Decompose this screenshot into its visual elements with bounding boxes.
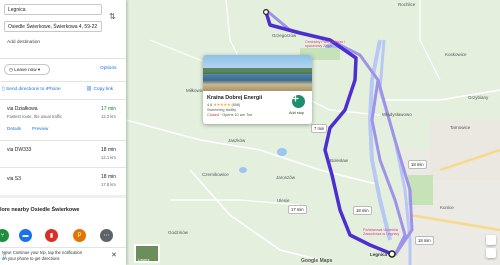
place-photo-trees bbox=[203, 68, 312, 74]
map-label: Grzybiany bbox=[468, 95, 489, 100]
send-to-phone-link[interactable]: ▯ Send directions to iPhone bbox=[2, 87, 61, 92]
map-label: Bolesław bbox=[330, 158, 349, 163]
zoom-in-button[interactable] bbox=[486, 235, 496, 245]
map-label: Grzegorzów bbox=[272, 33, 297, 38]
google-maps-logo: Google Maps bbox=[301, 258, 333, 264]
link-icon: ⛓ bbox=[86, 87, 93, 92]
place-name: Kraina Dobrej Energii bbox=[207, 95, 263, 101]
route-option[interactable]: via Działkowa 17 min Fastest route, the … bbox=[0, 100, 126, 140]
bed-icon: ▬ bbox=[22, 232, 29, 239]
destination-field[interactable]: Osiedle Świerkowe, Świerkowa 4, 59-22 bbox=[4, 21, 102, 32]
route-time-badge[interactable]: 18 min bbox=[353, 206, 372, 215]
route-note: Fastest route, the usual traffic bbox=[7, 114, 63, 119]
map-label: Jaszków bbox=[228, 138, 246, 143]
zoom-out-button[interactable] bbox=[486, 248, 496, 258]
leave-now-dropdown[interactable]: ◷ Leave now ▾ bbox=[4, 64, 50, 75]
details-link[interactable]: Details bbox=[7, 126, 21, 131]
route-time: 17 min bbox=[101, 106, 117, 112]
map-label: Ulesie bbox=[277, 198, 290, 203]
add-stop-button[interactable] bbox=[292, 95, 305, 108]
map-label: Koskowice bbox=[445, 52, 467, 57]
layers-button[interactable]: Layers bbox=[134, 244, 160, 263]
route-time-badge[interactable]: 17 min bbox=[288, 205, 307, 214]
route-distance: 17.8 km bbox=[101, 182, 116, 187]
fork-icon: ⑂ bbox=[0, 232, 5, 239]
close-icon[interactable] bbox=[104, 0, 124, 10]
map-label: Czernikowice bbox=[202, 172, 229, 177]
route-option[interactable]: via S3 18 min 17.8 km bbox=[0, 168, 126, 195]
route-distance: 12.2 km bbox=[101, 114, 116, 119]
place-card[interactable]: Kraina Dobrej Energii 4.6 ★★★★★ (658) Sw… bbox=[203, 55, 312, 124]
close-icon[interactable]: ✕ bbox=[111, 251, 117, 259]
directions-panel: Legnica Osiedle Świerkowe, Świerkowa 4, … bbox=[0, 0, 126, 265]
nearby-restaurants-button[interactable]: ⑂ bbox=[0, 229, 9, 242]
map-label: Legnica bbox=[370, 252, 388, 257]
plus-icon bbox=[292, 95, 299, 102]
route-time-badge[interactable]: 18 min bbox=[408, 160, 427, 169]
map-label: Tarnowice bbox=[450, 125, 471, 130]
map-label: Władysławowo bbox=[382, 112, 412, 117]
map-label: Państwowa Uczelnia Zawodowa w Legnicy bbox=[363, 228, 400, 236]
notification-text: on your phone to get directions bbox=[2, 256, 60, 261]
route-time: 18 min bbox=[101, 174, 117, 180]
route-time-badge[interactable]: 7 min bbox=[311, 124, 328, 133]
map-label: Centralny Park Kwiatów i spacerowy Zegar bbox=[305, 40, 345, 48]
map-label: Jaroszów bbox=[276, 175, 296, 180]
origin-field[interactable]: Legnica bbox=[4, 4, 102, 15]
route-option[interactable]: via DW333 18 min 12.1 km bbox=[0, 141, 126, 167]
nearby-title: lore nearby Osiedle Świerkowe bbox=[0, 207, 80, 213]
nearby-more-button[interactable]: ⋯ bbox=[100, 229, 113, 242]
map-label: Godzinów bbox=[168, 230, 189, 235]
phone-icon: ▯ bbox=[2, 87, 5, 92]
options-button[interactable]: Options bbox=[100, 66, 117, 71]
map-label: Rochlice bbox=[398, 2, 416, 7]
copy-link-button[interactable]: ⛓ Copy link bbox=[86, 87, 113, 92]
route-time-badge[interactable]: 18 min bbox=[415, 236, 434, 245]
more-icon: ⋯ bbox=[103, 233, 110, 239]
swap-icon[interactable]: ⇅ bbox=[109, 12, 116, 21]
nearby-gas-button[interactable]: ▮ bbox=[45, 229, 58, 242]
route-name: via DW333 bbox=[7, 147, 32, 153]
gas-icon: ▮ bbox=[49, 233, 54, 239]
place-category: Swimming facility bbox=[207, 108, 237, 112]
place-rating: 4.6 ★★★★★ (658) bbox=[207, 103, 241, 107]
route-time: 18 min bbox=[101, 147, 117, 153]
route-name: via Działkowa bbox=[7, 106, 38, 112]
add-destination[interactable]: Add destination bbox=[7, 40, 40, 45]
nearby-hotels-button[interactable]: ▬ bbox=[19, 229, 32, 242]
chevron-down-icon: ▾ bbox=[37, 67, 41, 72]
route-distance: 12.1 km bbox=[101, 155, 116, 160]
nearby-parking-button[interactable]: P bbox=[73, 229, 86, 242]
route-name: via S3 bbox=[7, 176, 21, 182]
add-stop-label: Add stop bbox=[289, 111, 304, 115]
notification-text: New! Continue your trip, tap the notific… bbox=[2, 250, 83, 255]
preview-link[interactable]: Preview bbox=[32, 126, 48, 131]
place-hours: Closed · Opens 10 am Tue bbox=[207, 113, 253, 117]
map-label: Kunice bbox=[440, 205, 454, 210]
clock-icon: ◷ bbox=[9, 67, 14, 72]
parking-icon: P bbox=[77, 232, 82, 239]
notification-banner: ▯ New! Continue your trip, tap the notif… bbox=[0, 247, 126, 265]
